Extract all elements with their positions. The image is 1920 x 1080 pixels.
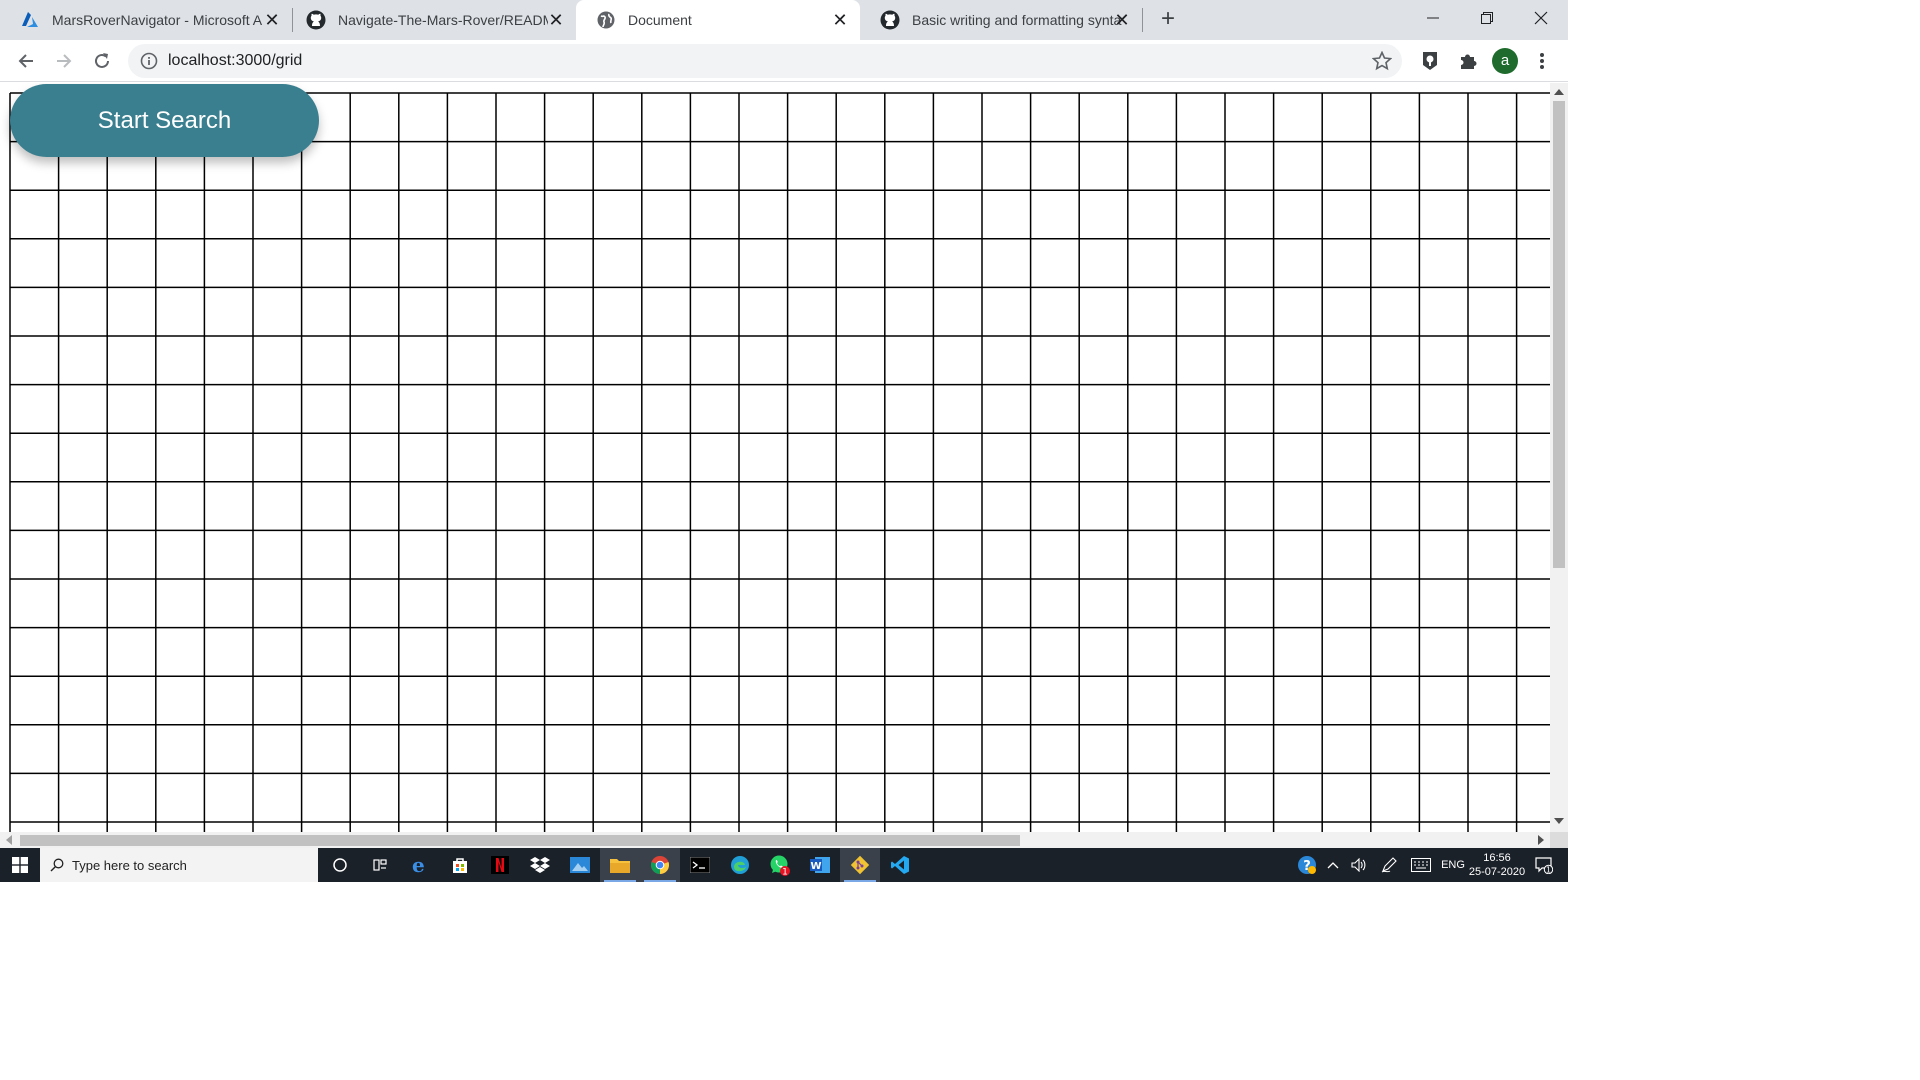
- extensions-puzzle-icon[interactable]: [1456, 49, 1480, 73]
- horizontal-scrollbar[interactable]: [0, 832, 1550, 848]
- tab-separator: [1142, 8, 1143, 32]
- windows-start-button[interactable]: [0, 848, 40, 882]
- bookmark-star-icon[interactable]: [1372, 51, 1392, 71]
- pen-icon[interactable]: [1378, 848, 1400, 882]
- start-search-button[interactable]: Start Search: [10, 84, 319, 157]
- azure-icon: [20, 10, 40, 30]
- whatsapp-badge: 1: [782, 868, 788, 877]
- git-icon[interactable]: [840, 848, 880, 882]
- browser-toolbar: localhost:3000/grid: [0, 40, 1568, 82]
- windows-logo-icon: [12, 857, 28, 873]
- scroll-up-arrow-icon[interactable]: [1554, 89, 1564, 95]
- clock[interactable]: 16:56 25-07-2020: [1466, 851, 1528, 879]
- tab-strip: MarsRoverNavigator - Microsoft Azure ✕ N…: [0, 0, 1568, 40]
- scroll-right-arrow-icon[interactable]: [1538, 835, 1544, 845]
- restore-icon: [1481, 12, 1493, 24]
- page-viewport: Start Search: [0, 83, 1568, 848]
- close-icon: [1534, 11, 1548, 25]
- globe-icon: [596, 10, 616, 30]
- active-indicator: [644, 880, 676, 882]
- tab-title: MarsRoverNavigator - Microsoft Azure: [52, 12, 262, 28]
- close-icon[interactable]: ✕: [1112, 10, 1132, 30]
- forward-button[interactable]: [50, 47, 78, 75]
- scroll-left-arrow-icon[interactable]: [6, 835, 12, 845]
- tab-azure[interactable]: MarsRoverNavigator - Microsoft Azure ✕: [0, 0, 292, 40]
- address-bar[interactable]: localhost:3000/grid: [128, 44, 1402, 78]
- whatsapp-icon[interactable]: 1: [760, 848, 800, 882]
- language-indicator[interactable]: ENG: [1440, 848, 1466, 882]
- clock-date: 25-07-2020: [1468, 866, 1526, 878]
- new-tab-button[interactable]: +: [1154, 6, 1182, 34]
- horizontal-scroll-thumb[interactable]: [20, 835, 1020, 846]
- chrome-icon[interactable]: [640, 848, 680, 882]
- notification-count: 1: [1546, 866, 1551, 875]
- taskbar-search-box[interactable]: Type here to search: [40, 848, 318, 882]
- task-view-icon[interactable]: [360, 848, 400, 882]
- photos-icon[interactable]: [560, 848, 600, 882]
- tab-title: Document: [628, 12, 692, 28]
- dropbox-icon[interactable]: [520, 848, 560, 882]
- github-icon: [880, 10, 900, 30]
- store-icon[interactable]: [440, 848, 480, 882]
- close-icon[interactable]: ✕: [830, 10, 850, 30]
- close-icon[interactable]: ✕: [546, 10, 566, 30]
- more-menu-icon[interactable]: [1530, 49, 1554, 73]
- minimize-icon: [1427, 17, 1439, 19]
- grid-background: [0, 83, 1550, 832]
- vertical-scrollbar[interactable]: [1550, 83, 1568, 832]
- back-button[interactable]: [12, 47, 40, 75]
- svg-text:W: W: [810, 861, 821, 872]
- restore-button[interactable]: [1460, 0, 1514, 36]
- volume-icon[interactable]: [1348, 848, 1370, 882]
- chevron-up-icon[interactable]: [1324, 848, 1342, 882]
- minimize-button[interactable]: [1406, 0, 1460, 36]
- scroll-down-arrow-icon[interactable]: [1554, 818, 1564, 824]
- profile-avatar[interactable]: a: [1492, 48, 1518, 74]
- tab-title: Basic writing and formatting syntax: [912, 12, 1122, 28]
- extension-lighthouse-icon[interactable]: [1418, 49, 1442, 73]
- arrow-left-icon: [18, 54, 33, 68]
- clock-time: 16:56: [1483, 852, 1511, 864]
- close-window-button[interactable]: [1514, 0, 1568, 36]
- taskbar-search-placeholder[interactable]: Type here to search: [72, 858, 187, 873]
- active-indicator: [604, 880, 636, 882]
- word-icon[interactable]: W: [800, 848, 840, 882]
- scrollbar-corner: [1550, 832, 1568, 848]
- info-icon[interactable]: [140, 52, 158, 70]
- svg-text:e: e: [412, 855, 425, 875]
- tab-readme[interactable]: Navigate-The-Mars-Rover/README.md ✕: [286, 0, 576, 40]
- github-icon: [306, 10, 326, 30]
- help-icon[interactable]: ?: [1296, 848, 1318, 882]
- reload-icon: [95, 53, 109, 68]
- edge-beta-icon[interactable]: [720, 848, 760, 882]
- active-indicator: [844, 880, 876, 882]
- windows-taskbar: Type here to search e 1 W ? ENG 16:56 25…: [0, 848, 1568, 882]
- reload-button[interactable]: [88, 47, 116, 75]
- address-text[interactable]: localhost:3000/grid: [168, 52, 302, 70]
- terminal-icon[interactable]: [680, 848, 720, 882]
- vertical-scroll-thumb[interactable]: [1553, 101, 1565, 568]
- search-icon: [50, 858, 64, 872]
- keyboard-icon[interactable]: [1408, 848, 1434, 882]
- cortana-icon[interactable]: [320, 848, 360, 882]
- tab-formatting[interactable]: Basic writing and formatting syntax ✕: [860, 0, 1142, 40]
- file-explorer-icon[interactable]: [600, 848, 640, 882]
- edge-icon[interactable]: e: [400, 848, 440, 882]
- tab-title: Navigate-The-Mars-Rover/README.md: [338, 12, 548, 28]
- vscode-icon[interactable]: [880, 848, 920, 882]
- close-icon[interactable]: ✕: [262, 10, 282, 30]
- arrow-right-icon: [57, 54, 72, 68]
- notification-center-icon[interactable]: 1: [1532, 848, 1556, 882]
- tab-document[interactable]: Document ✕: [576, 0, 860, 40]
- netflix-icon[interactable]: [480, 848, 520, 882]
- rover-grid[interactable]: [0, 83, 1550, 832]
